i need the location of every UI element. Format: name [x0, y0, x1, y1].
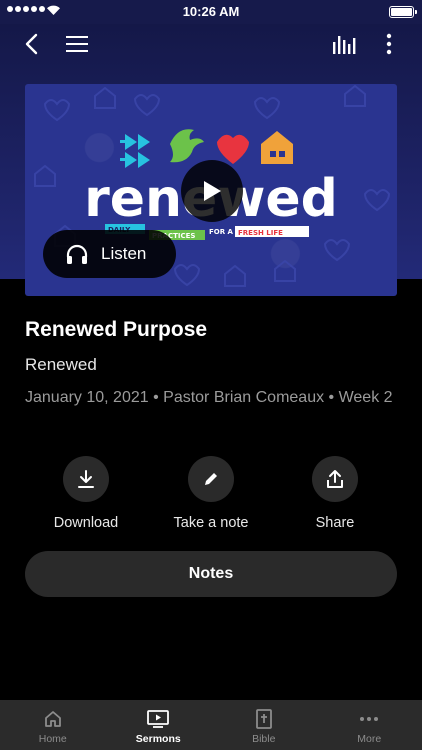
- bible-icon: [255, 709, 272, 729]
- chevron-left-icon: [25, 33, 38, 55]
- status-time: 10:26 AM: [182, 4, 240, 19]
- play-icon: [204, 181, 221, 201]
- tab-bible[interactable]: Bible: [211, 700, 317, 750]
- download-label: Download: [53, 515, 119, 531]
- more-icon: [360, 717, 379, 721]
- take-note-button[interactable]: Take a note: [156, 456, 266, 531]
- series-name: Renewed: [25, 355, 97, 374]
- download-icon: [78, 470, 94, 488]
- sermon-title: Renewed Purpose: [25, 318, 208, 341]
- tab-sermons[interactable]: Sermons: [106, 700, 212, 750]
- artwork-tagline-for: FOR A: [209, 228, 234, 236]
- audio-levels-button[interactable]: [329, 30, 359, 58]
- artwork-tagline-fresh-life: FRESH LIFE: [238, 229, 283, 237]
- top-nav: [0, 24, 422, 64]
- share-label: Share: [315, 515, 355, 531]
- tab-sermons-label: Sermons: [135, 733, 181, 745]
- pencil-icon: [205, 473, 217, 485]
- menu-button[interactable]: [62, 30, 92, 58]
- battery-icon: [389, 6, 417, 18]
- notes-button[interactable]: Notes: [25, 551, 397, 597]
- take-note-label: Take a note: [173, 515, 249, 531]
- tab-bible-label: Bible: [252, 733, 276, 745]
- tab-more[interactable]: More: [317, 700, 422, 750]
- overflow-menu-button[interactable]: [374, 30, 404, 58]
- equalizer-icon: [333, 36, 356, 54]
- tab-home-label: Home: [38, 733, 67, 745]
- share-button[interactable]: Share: [280, 456, 390, 531]
- share-icon: [327, 470, 343, 488]
- video-icon: [147, 710, 170, 728]
- sermon-meta: January 10, 2021 • Pastor Brian Comeaux …: [25, 389, 393, 406]
- tab-home[interactable]: Home: [0, 700, 106, 750]
- hamburger-icon: [66, 36, 88, 52]
- status-bar: 10:26 AM: [0, 0, 422, 24]
- play-button[interactable]: [181, 160, 243, 222]
- vertical-dots-icon: [386, 33, 392, 55]
- listen-button[interactable]: Listen: [43, 230, 176, 278]
- tab-bar: Home Sermons Bible More: [0, 700, 422, 750]
- tab-more-label: More: [357, 733, 382, 745]
- listen-label: Listen: [101, 244, 147, 263]
- download-button[interactable]: Download: [31, 456, 141, 531]
- home-icon: [44, 711, 61, 727]
- headphones-icon: [66, 244, 88, 264]
- back-button[interactable]: [16, 30, 46, 58]
